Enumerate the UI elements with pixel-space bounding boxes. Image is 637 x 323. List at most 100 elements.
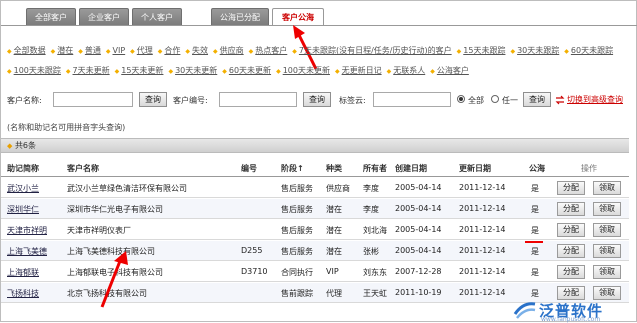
claim-button[interactable]: 领取: [593, 223, 621, 237]
record-count-bar: ◆ 共6条: [1, 138, 629, 153]
cell-created: 2011-10-19: [395, 288, 442, 297]
cell-created: 2007-12-28: [395, 267, 442, 276]
filter-link[interactable]: 合作: [158, 41, 180, 61]
cell-kind: 潜在: [326, 226, 342, 235]
customer-code-input[interactable]: [219, 92, 297, 107]
filter-link[interactable]: 15天未更新: [115, 61, 163, 81]
filter-link[interactable]: 7天未跟踪(没有日程/任务/历史行动)的客户: [292, 41, 452, 61]
cell-updated: 2011-12-14: [459, 288, 506, 297]
assign-button[interactable]: 分配: [557, 286, 585, 300]
tab-bar: 全部客户 企业客户 个人客户 公海已分配 客户公海: [1, 8, 637, 26]
col-kind[interactable]: 种类: [326, 163, 342, 174]
cell-stage: 售后服务: [281, 226, 313, 235]
filter-link[interactable]: VIP: [106, 41, 126, 61]
cell-stage: 售后服务: [281, 184, 313, 193]
filter-link[interactable]: 公海客户: [430, 61, 469, 81]
cell-created: 2005-04-14: [395, 246, 442, 255]
filter-link[interactable]: 潜在: [51, 41, 73, 61]
filter-link[interactable]: 无联系人: [387, 61, 425, 81]
annotation-arrow-up-icon: [100, 251, 128, 308]
cell-updated: 2011-12-14: [459, 204, 506, 213]
filter-link[interactable]: 100天未跟踪: [7, 61, 61, 81]
logo-icon: [513, 302, 536, 319]
filter-link[interactable]: 30天未更新: [168, 61, 217, 81]
cell-name: 上海飞美德科技有限公司: [67, 247, 155, 256]
filter-link[interactable]: 60天未更新: [222, 61, 271, 81]
code-query-button[interactable]: 查询: [303, 92, 331, 107]
col-public[interactable]: 公海: [529, 163, 545, 174]
filter-link[interactable]: 热点客户: [249, 41, 287, 61]
customer-name-label: 客户名称:: [7, 96, 42, 105]
search-bar: 客户名称: 查询 客户编号: 查询 标签云: 全部 任一 查询 切换到高级查询: [1, 91, 637, 111]
assign-button[interactable]: 分配: [557, 265, 585, 279]
cell-short[interactable]: 天津市祥明: [7, 225, 63, 236]
tag-cloud-label: 标签云:: [339, 96, 366, 105]
filter-link[interactable]: 7天未更新: [66, 61, 110, 81]
cell-owner: 张彬: [363, 247, 379, 256]
col-short-name[interactable]: 助记简称: [7, 163, 39, 174]
table-row[interactable]: 天津市祥明 天津市祥明仪表厂 售后服务 潜在 刘北海 2005-04-14 2011-12-…: [1, 220, 629, 240]
filter-link[interactable]: 15天未跟踪: [457, 41, 505, 61]
cell-public: 是: [531, 184, 539, 193]
advanced-search-link[interactable]: 切换到高级查询: [567, 94, 623, 105]
cell-created: 2005-04-14: [395, 225, 442, 234]
col-code[interactable]: 编号: [241, 163, 257, 174]
radio-any[interactable]: [491, 95, 499, 103]
filter-link[interactable]: 30天未跟踪: [510, 41, 559, 61]
cell-public: 是: [531, 205, 539, 214]
tab-enterprise-customers[interactable]: 企业客户: [79, 8, 129, 26]
cell-stage: 售后服务: [281, 205, 313, 214]
table-row[interactable]: 武汉小兰 武汉小兰草绿色清洁环保有限公司 售后服务 供应商 李度 2005-04-14 20…: [1, 178, 629, 198]
tab-public-assigned[interactable]: 公海已分配: [211, 8, 269, 26]
claim-button[interactable]: 领取: [593, 202, 621, 216]
assign-button[interactable]: 分配: [557, 181, 585, 195]
crm-window: 全部客户 企业客户 个人客户 公海已分配 客户公海 全部数据潜在普通VIP代理合…: [0, 0, 637, 323]
claim-button[interactable]: 领取: [593, 286, 621, 300]
cell-updated: 2011-12-14: [459, 267, 506, 276]
assign-button[interactable]: 分配: [557, 223, 585, 237]
filter-link[interactable]: 全部数据: [7, 41, 46, 61]
filter-link[interactable]: 无更新日记: [335, 61, 382, 81]
cell-short[interactable]: 深圳华仁: [7, 204, 63, 215]
tab-personal-customers[interactable]: 个人客户: [132, 8, 182, 26]
cell-created: 2005-04-14: [395, 204, 442, 213]
col-stage[interactable]: 阶段↑: [281, 163, 304, 174]
cell-owner: 李度: [363, 205, 379, 214]
assign-button[interactable]: 分配: [557, 244, 585, 258]
filter-link[interactable]: 供应商: [213, 41, 244, 61]
cell-kind: 潜在: [326, 247, 342, 256]
cell-short[interactable]: 上海郁联: [7, 267, 63, 278]
name-query-button[interactable]: 查询: [139, 92, 167, 107]
col-owner[interactable]: 所有者: [363, 163, 387, 174]
claim-button[interactable]: 领取: [593, 244, 621, 258]
tab-all-customers[interactable]: 全部客户: [26, 8, 76, 26]
filter-link[interactable]: 60天未跟踪: [564, 41, 613, 61]
tag-query-button[interactable]: 查询: [523, 92, 551, 107]
cell-short[interactable]: 上海飞美德: [7, 246, 63, 257]
search-hint: (名称和助记名可用拼音字头查询): [7, 123, 126, 132]
filter-link[interactable]: 100天未更新: [276, 61, 330, 81]
radio-any-label: 任一: [502, 96, 518, 105]
col-created[interactable]: 创建日期: [395, 163, 427, 174]
switch-icon: [555, 95, 565, 105]
cell-short[interactable]: 飞扬科技: [7, 288, 63, 299]
filter-link[interactable]: 普通: [78, 41, 101, 61]
filter-link[interactable]: 代理: [130, 41, 153, 61]
customer-name-input[interactable]: [53, 92, 133, 107]
cell-owner: 刘东东: [363, 268, 387, 277]
cell-code: D255: [241, 246, 263, 255]
col-customer-name[interactable]: 客户名称: [67, 163, 99, 174]
cell-stage: 合同执行: [281, 268, 313, 277]
count-icon: ◆: [7, 142, 13, 150]
radio-all[interactable]: [457, 95, 465, 103]
cell-short[interactable]: 武汉小兰: [7, 183, 63, 194]
claim-button[interactable]: 领取: [593, 265, 621, 279]
table-row[interactable]: 深圳华仁 深圳市华仁光电子有限公司 售后服务 潜在 李度 2005-04-14 2011-1…: [1, 199, 629, 219]
claim-button[interactable]: 领取: [593, 181, 621, 195]
tab-public-pool[interactable]: 客户公海: [272, 8, 324, 26]
col-updated[interactable]: 更新日期: [459, 163, 491, 174]
filter-link[interactable]: 失效: [185, 41, 208, 61]
assign-button[interactable]: 分配: [557, 202, 585, 216]
tag-cloud-input[interactable]: [373, 92, 451, 107]
cell-stage: 售后服务: [281, 247, 313, 256]
